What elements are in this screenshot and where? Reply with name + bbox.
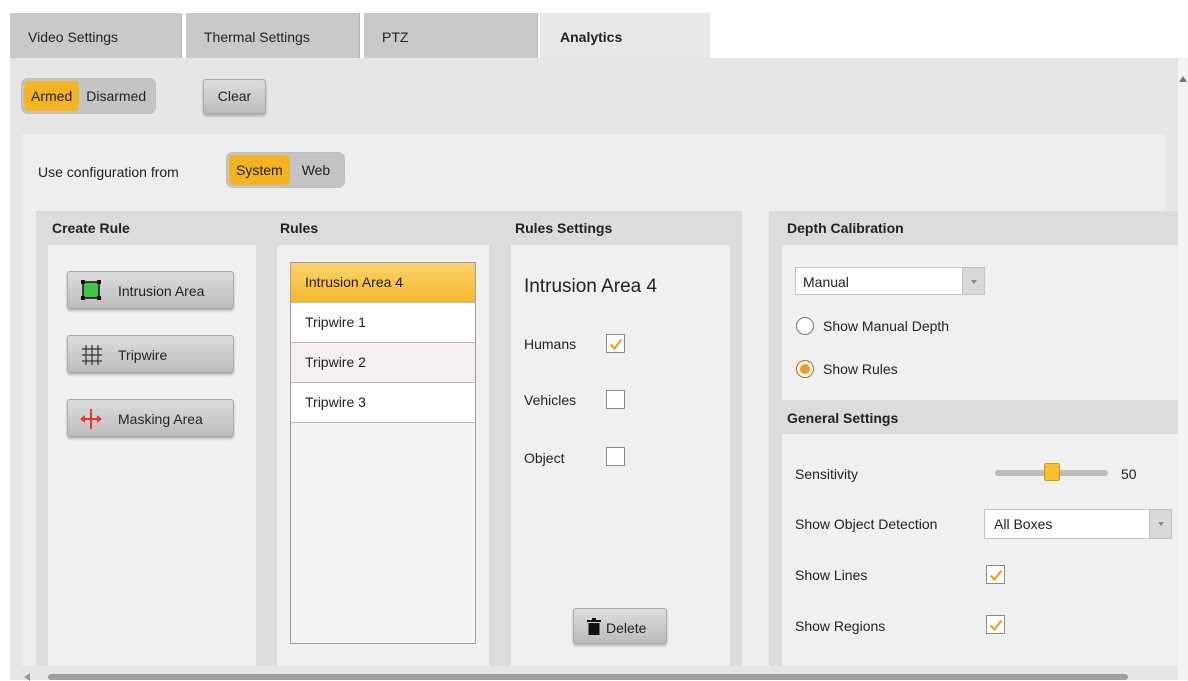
masking-area-icon xyxy=(80,409,102,429)
config-source-toggle[interactable]: System Web xyxy=(226,152,346,188)
masking-area-button[interactable]: Masking Area xyxy=(67,399,234,437)
rule-name-heading: Intrusion Area 4 xyxy=(524,276,658,297)
object-detection-label: Show Object Detection xyxy=(795,516,938,532)
object-label: Object xyxy=(524,450,565,466)
depth-mode-select[interactable]: Manual xyxy=(795,267,985,295)
depth-calibration-title: Depth Calibration xyxy=(787,220,904,236)
clear-button[interactable]: Clear xyxy=(203,79,266,114)
humans-label: Humans xyxy=(524,336,577,352)
system-option[interactable]: System xyxy=(229,155,290,185)
delete-label: Delete xyxy=(606,620,647,636)
tab-video-settings[interactable]: Video Settings xyxy=(10,13,182,58)
check-icon xyxy=(989,569,1003,582)
show-rules-radio[interactable] xyxy=(796,360,814,378)
object-detection-select[interactable]: All Boxes xyxy=(984,509,1172,539)
sensitivity-label: Sensitivity xyxy=(795,466,859,482)
sensitivity-slider-thumb[interactable] xyxy=(1043,463,1060,481)
general-settings-title: General Settings xyxy=(787,410,899,426)
tab-ptz[interactable]: PTZ xyxy=(364,13,538,58)
show-lines-label: Show Lines xyxy=(795,567,868,583)
horizontal-scroll-thumb[interactable] xyxy=(48,674,1128,680)
list-item[interactable]: Tripwire 2 xyxy=(291,343,475,383)
trash-icon xyxy=(587,618,601,635)
armed-option[interactable]: Armed xyxy=(24,81,80,111)
rules-title: Rules xyxy=(280,220,319,236)
masking-area-label: Masking Area xyxy=(118,411,203,427)
tripwire-label: Tripwire xyxy=(118,347,168,363)
show-regions-label: Show Regions xyxy=(795,618,886,634)
delete-button[interactable]: Delete xyxy=(573,608,667,644)
horizontal-scrollbar[interactable] xyxy=(10,666,1178,681)
list-item[interactable]: Tripwire 3 xyxy=(291,383,475,423)
chevron-down-icon xyxy=(1149,510,1171,538)
intrusion-area-button[interactable]: Intrusion Area xyxy=(67,271,234,309)
check-icon xyxy=(609,338,623,351)
tab-analytics[interactable]: Analytics xyxy=(540,13,710,58)
chevron-down-icon xyxy=(962,268,984,294)
rules-settings-title: Rules Settings xyxy=(515,220,613,236)
scroll-up-icon xyxy=(1179,76,1187,82)
tripwire-button[interactable]: Tripwire xyxy=(67,335,234,373)
object-detection-value: All Boxes xyxy=(994,516,1053,532)
intrusion-area-label: Intrusion Area xyxy=(118,283,205,299)
vehicles-checkbox[interactable] xyxy=(606,390,625,409)
web-option[interactable]: Web xyxy=(290,155,343,185)
vertical-scrollbar[interactable] xyxy=(1178,58,1188,680)
list-item[interactable]: Tripwire 1 xyxy=(291,303,475,343)
sensitivity-value: 50 xyxy=(1121,466,1137,482)
config-source-label: Use configuration from xyxy=(38,164,179,180)
check-icon xyxy=(989,619,1003,632)
tab-thermal-settings[interactable]: Thermal Settings xyxy=(186,13,360,58)
create-rule-title: Create Rule xyxy=(52,220,130,236)
show-manual-depth-radio[interactable] xyxy=(796,317,814,335)
depth-mode-value: Manual xyxy=(803,274,849,290)
disarmed-option[interactable]: Disarmed xyxy=(79,81,153,111)
tab-bar: Video Settings Thermal Settings PTZ Anal… xyxy=(0,0,1188,58)
arm-toggle[interactable]: Armed Disarmed xyxy=(21,78,157,114)
intrusion-area-icon xyxy=(81,280,101,300)
rules-list: Intrusion Area 4 Tripwire 1 Tripwire 2 T… xyxy=(290,262,476,644)
show-manual-depth-label: Show Manual Depth xyxy=(823,318,950,334)
show-lines-checkbox[interactable] xyxy=(986,565,1005,584)
vehicles-label: Vehicles xyxy=(524,392,577,408)
humans-checkbox[interactable] xyxy=(606,334,625,353)
show-rules-label: Show Rules xyxy=(823,361,898,377)
object-checkbox[interactable] xyxy=(606,447,625,466)
tripwire-grid-icon xyxy=(82,345,102,365)
list-item[interactable]: Intrusion Area 4 xyxy=(291,263,475,303)
show-regions-checkbox[interactable] xyxy=(986,615,1005,634)
